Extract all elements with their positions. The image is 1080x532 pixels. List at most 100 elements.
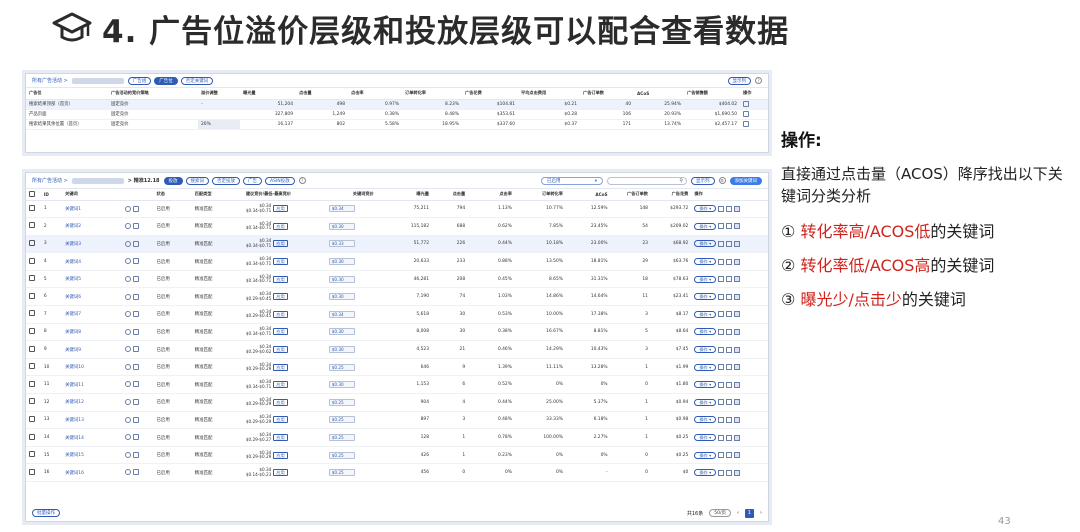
row-checkbox-cell[interactable] (26, 270, 41, 289)
archive-icon[interactable] (734, 452, 741, 459)
row-checkbox[interactable] (29, 292, 35, 299)
report-icon[interactable] (132, 275, 139, 282)
row-checkbox-cell[interactable] (26, 252, 41, 271)
select-all-checkbox-cell[interactable] (26, 189, 41, 201)
keyword-name[interactable]: 关键词16 (62, 463, 122, 482)
row-checkbox[interactable] (29, 257, 35, 264)
report-icon[interactable] (132, 434, 139, 441)
column-header[interactable]: 订单转化率 (402, 88, 462, 100)
operate-button[interactable]: 操作 ▾ (694, 469, 717, 477)
archive-icon[interactable] (734, 258, 741, 265)
keyword-bid-input[interactable]: $0.30 (328, 381, 355, 389)
keyword-name[interactable]: 关键词13 (62, 411, 122, 430)
operate-button[interactable]: 操作 ▾ (694, 363, 717, 371)
keyword-bid-input[interactable]: $0.34 (328, 310, 355, 318)
archive-icon[interactable] (734, 276, 741, 283)
report-icon[interactable] (132, 469, 139, 476)
status-toggle-icon[interactable] (124, 469, 131, 476)
operate-button[interactable]: 操作 ▾ (694, 205, 717, 213)
report-icon[interactable] (132, 451, 139, 458)
report-icon[interactable] (132, 381, 139, 388)
row-checkbox-cell[interactable] (26, 340, 41, 359)
page-size-select[interactable]: 50/页 (709, 509, 731, 517)
apply-bid-button[interactable]: 应用 (273, 398, 288, 406)
settings-icon[interactable]: ⚙ (718, 177, 726, 184)
chart-icon[interactable] (743, 120, 749, 127)
help-icon[interactable]: ? (298, 177, 306, 184)
keyword-bid-input[interactable]: $0.33 (328, 240, 355, 248)
row-checkbox[interactable] (29, 239, 35, 246)
apply-bid-button[interactable]: 应用 (273, 346, 288, 354)
tab-1[interactable]: 搜索词 (185, 176, 210, 185)
apply-bid-button[interactable]: 应用 (273, 240, 288, 248)
column-header[interactable]: 广告活动的竞价策略 (108, 88, 198, 100)
keyword-name[interactable]: 关键词4 (62, 252, 122, 271)
add-keyword-button[interactable]: 添加关键词 (729, 176, 762, 185)
row-checkbox[interactable] (29, 345, 35, 352)
row-checkbox[interactable] (29, 275, 35, 282)
keyword-bid-input[interactable]: $0.30 (328, 346, 355, 354)
apply-bid-button[interactable]: 应用 (273, 222, 288, 230)
apply-bid-button[interactable]: 应用 (273, 205, 288, 213)
archive-icon[interactable] (734, 223, 741, 230)
column-header[interactable]: 操作 (691, 189, 768, 201)
archive-icon[interactable] (734, 205, 741, 212)
column-header[interactable]: 点击量 (296, 88, 348, 100)
row-checkbox-cell[interactable] (26, 235, 41, 254)
tab-0[interactable]: 投放 (163, 176, 183, 185)
archive-icon[interactable] (734, 469, 741, 476)
copy-icon[interactable] (718, 311, 725, 318)
status-toggle-icon[interactable] (124, 399, 131, 406)
column-header[interactable]: 状态 (153, 189, 192, 201)
keyword-name[interactable]: 关键词5 (62, 270, 122, 289)
report-icon[interactable] (132, 223, 139, 230)
row-checkbox-cell[interactable] (26, 446, 41, 465)
column-header[interactable]: 平均点击费用 (518, 88, 580, 100)
show-columns-button[interactable]: 显示列 (727, 76, 751, 85)
row-checkbox[interactable] (29, 310, 35, 317)
apply-bid-button[interactable]: 应用 (273, 310, 288, 318)
archive-icon[interactable] (734, 293, 741, 300)
keyword-name[interactable]: 关键词6 (62, 287, 122, 307)
row-checkbox-cell[interactable] (26, 358, 41, 377)
keyword-name[interactable]: 关键词11 (62, 375, 122, 395)
row-checkbox-cell[interactable] (26, 375, 41, 395)
row-checkbox-cell[interactable] (26, 463, 41, 482)
row-checkbox[interactable] (29, 468, 35, 475)
tab-1[interactable]: 广告位 (154, 76, 178, 85)
keyword-bid-input[interactable]: $0.34 (328, 205, 355, 213)
apply-bid-button[interactable]: 应用 (273, 381, 288, 389)
row-checkbox[interactable] (29, 451, 35, 458)
copy-icon[interactable] (718, 399, 725, 406)
tab-4[interactable]: ASIN投放 (265, 176, 295, 185)
column-header[interactable]: 溢价调整 (198, 88, 240, 100)
keyword-bid-input[interactable]: $0.30 (328, 275, 355, 283)
copy-icon[interactable] (718, 434, 725, 441)
apply-bid-button[interactable]: 应用 (273, 258, 288, 266)
column-header[interactable]: 建议竞价/最低-最高竞价 (242, 189, 326, 201)
chart-icon[interactable] (743, 100, 749, 107)
keyword-name[interactable]: 关键词9 (62, 340, 122, 359)
column-header[interactable]: 广告销售额 (684, 88, 740, 100)
keyword-bid-input[interactable]: $0.30 (328, 293, 355, 301)
row-checkbox[interactable] (29, 327, 35, 334)
copy-icon[interactable] (718, 240, 725, 247)
column-header[interactable]: 点击量 (432, 189, 469, 201)
keyword-bid-input[interactable]: $0.25 (328, 363, 355, 371)
tab-3[interactable]: 广告 (243, 176, 263, 185)
keyword-name[interactable]: 关键词10 (62, 358, 122, 377)
row-checkbox[interactable] (29, 380, 35, 387)
apply-bid-button[interactable]: 应用 (273, 363, 288, 371)
column-header[interactable]: 匹配类型 (191, 189, 243, 201)
report-icon[interactable] (132, 328, 139, 335)
column-header[interactable]: 广告花费 (462, 88, 518, 100)
show-columns-button[interactable]: 显示列 (691, 176, 715, 185)
status-toggle-icon[interactable] (124, 240, 131, 247)
copy-icon[interactable] (718, 381, 725, 388)
status-toggle-icon[interactable] (124, 258, 131, 265)
keyword-bid-input[interactable]: $0.30 (328, 328, 355, 336)
row-checkbox[interactable] (29, 204, 35, 211)
column-header[interactable]: 关键词竞价 (325, 189, 377, 201)
apply-bid-button[interactable]: 应用 (273, 451, 288, 459)
keyword-name[interactable]: 关键词15 (62, 446, 122, 465)
